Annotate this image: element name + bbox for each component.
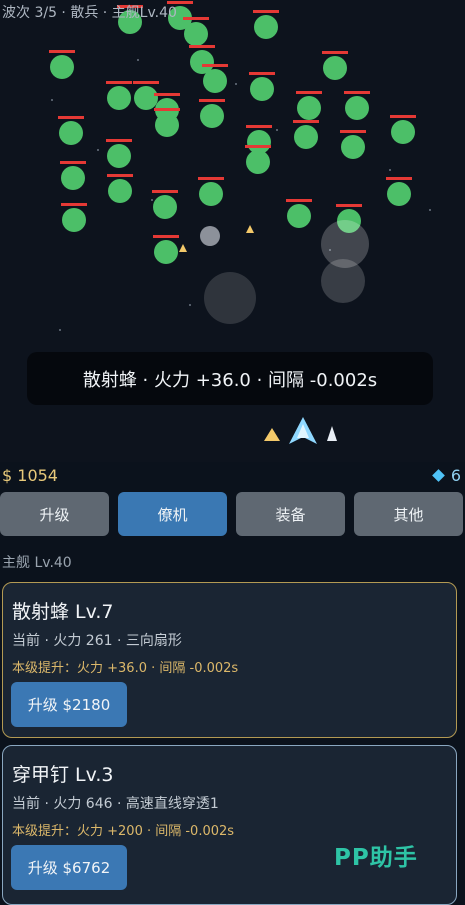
card-next-upgrade: 本级提升：火力 +36.0 · 间隔 -0.002s — [12, 661, 239, 676]
enemy-ship — [287, 204, 311, 228]
enemy-ship — [107, 144, 131, 168]
card-current-stats: 当前 · 火力 261 · 三向扇形 — [12, 633, 182, 649]
enemy-ship — [297, 96, 321, 120]
star — [235, 83, 237, 85]
enemy-ship — [108, 179, 132, 203]
enemy-health-bar — [322, 51, 348, 54]
tab-equipment[interactable]: 装备 — [236, 492, 345, 536]
gold-counter: $ 1054 — [2, 466, 58, 485]
star — [137, 59, 139, 61]
enemy-health-bar — [60, 161, 86, 164]
enemy-health-bar — [296, 91, 322, 94]
tab-upgrade[interactable]: 升级 — [0, 492, 109, 536]
enemy-health-bar — [390, 115, 416, 118]
enemy-health-bar — [106, 81, 132, 84]
enemy-ship — [199, 182, 223, 206]
enemy-ship — [387, 182, 411, 206]
enemy-health-bar — [199, 99, 225, 102]
enemy-health-bar — [49, 50, 75, 53]
wingman-ship — [327, 426, 337, 441]
enemy-health-bar — [133, 81, 159, 84]
bullet — [246, 225, 254, 233]
upgrade-toast: 散射蜂 · 火力 +36.0 · 间隔 -0.002s — [27, 352, 433, 405]
enemy-health-bar — [386, 177, 412, 180]
upgrade-button[interactable]: 升级 $6762 — [11, 845, 127, 890]
star — [59, 329, 61, 331]
tab-bar: 升级 僚机 装备 其他 — [0, 492, 465, 538]
star — [51, 99, 53, 101]
enemy-ship — [184, 22, 208, 46]
enemy-health-bar — [154, 108, 180, 111]
wingman-ship — [264, 428, 280, 441]
enemy-health-bar — [107, 174, 133, 177]
enemy-ship — [155, 113, 179, 137]
enemy-health-bar — [336, 204, 362, 207]
wave-status: 波次 3/5 · 散兵 · 主舰Lv.40 — [2, 5, 177, 21]
enemy-health-bar — [202, 64, 228, 67]
tab-other[interactable]: 其他 — [354, 492, 463, 536]
enemy-ship — [153, 195, 177, 219]
watermark: PP助手 — [334, 845, 418, 871]
card-current-stats: 当前 · 火力 646 · 高速直线穿透1 — [12, 796, 219, 812]
enemy-health-bar — [245, 145, 271, 148]
game-field[interactable]: 波次 3/5 · 散兵 · 主舰Lv.40 散射蜂 · 火力 +36.0 · 间… — [0, 0, 465, 462]
upgrade-button[interactable]: 升级 $2180 — [11, 682, 127, 727]
star — [276, 129, 278, 131]
enemy-ship — [323, 56, 347, 80]
star — [389, 169, 391, 171]
gem-count: 6 — [450, 466, 461, 485]
enemy-ship — [107, 86, 131, 110]
enemy-health-bar — [154, 93, 180, 96]
enemy-health-bar — [249, 72, 275, 75]
wingman-card-scatter-bee: 散射蜂 Lv.7 当前 · 火力 261 · 三向扇形 本级提升：火力 +36.… — [2, 582, 457, 738]
wingman-card-armor-piercer: 穿甲钉 Lv.3 当前 · 火力 646 · 高速直线穿透1 本级提升：火力 +… — [2, 745, 457, 905]
enemy-ship — [250, 77, 274, 101]
enemy-health-bar — [61, 203, 87, 206]
bullet — [179, 244, 187, 252]
enemy-ship — [61, 166, 85, 190]
diamond-icon — [431, 469, 445, 482]
star — [151, 199, 153, 201]
gem-counter: 6 — [431, 466, 461, 485]
enemy-health-bar — [58, 116, 84, 119]
enemy-ship — [59, 121, 83, 145]
enemy-health-bar — [344, 91, 370, 94]
tab-wingman[interactable]: 僚机 — [118, 492, 227, 536]
enemy-ship — [294, 125, 318, 149]
enemy-health-bar — [106, 139, 132, 142]
enemy-health-bar — [246, 125, 272, 128]
enemy-health-bar — [293, 120, 319, 123]
enemy-ship — [200, 104, 224, 128]
enemy-health-bar — [286, 199, 312, 202]
enemy-ship — [391, 120, 415, 144]
enemy-health-bar — [183, 17, 209, 20]
enemy-health-bar — [340, 130, 366, 133]
enemy-ship — [203, 69, 227, 93]
enemy-ship — [246, 150, 270, 174]
explosion-puff — [321, 259, 365, 303]
enemy-ship — [154, 240, 178, 264]
enemy-health-bar — [189, 45, 215, 48]
ship-level: 主舰 Lv.40 — [2, 555, 72, 571]
star — [189, 304, 191, 306]
card-next-upgrade: 本级提升：火力 +200 · 间隔 -0.002s — [12, 824, 235, 839]
bomb-projectile — [200, 226, 220, 246]
explosion-puff — [204, 272, 256, 324]
enemy-health-bar — [253, 10, 279, 13]
enemy-health-bar — [152, 190, 178, 193]
star — [97, 149, 99, 151]
enemy-ship — [254, 15, 278, 39]
star — [429, 209, 431, 211]
enemy-ship — [50, 55, 74, 79]
card-title: 穿甲钉 Lv.3 — [12, 764, 114, 786]
card-title: 散射蜂 Lv.7 — [12, 601, 114, 623]
enemy-ship — [341, 135, 365, 159]
enemy-health-bar — [153, 235, 179, 238]
enemy-ship — [134, 86, 158, 110]
enemy-health-bar — [198, 177, 224, 180]
enemy-ship — [345, 96, 369, 120]
enemy-ship — [62, 208, 86, 232]
